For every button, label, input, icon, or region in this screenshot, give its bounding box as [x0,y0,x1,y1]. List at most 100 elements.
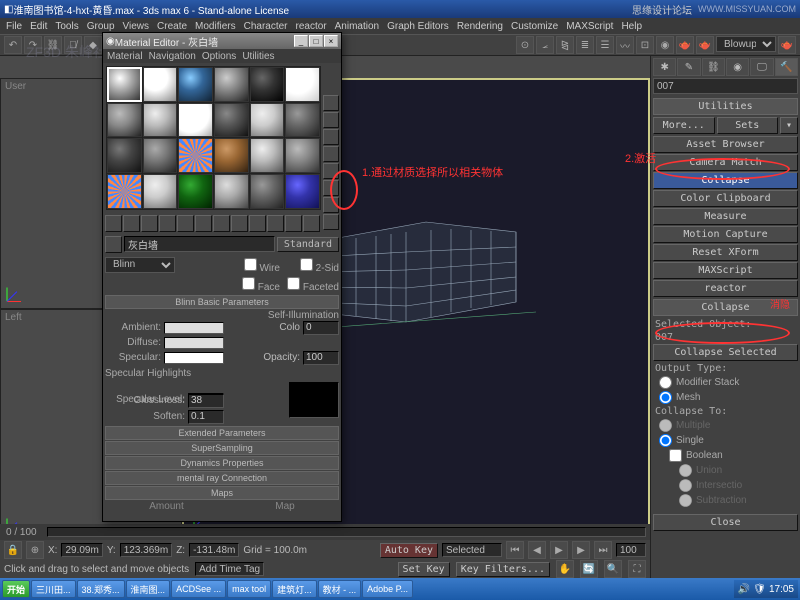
material-slot[interactable] [143,67,178,102]
faceted-checkbox[interactable] [287,277,300,290]
material-editor-titlebar[interactable]: ◉ Material Editor - 灰白墙 _ □ × [103,33,341,49]
boolean-checkbox[interactable] [669,449,682,462]
minimize-button[interactable]: _ [294,35,308,47]
mat-menu-navigation[interactable]: Navigation [149,51,196,62]
start-button[interactable]: 开始 [2,580,30,598]
sets-config-button[interactable]: ▾ [780,117,798,134]
schematic-button[interactable]: ⊡ [636,36,654,54]
menu-animation[interactable]: Animation [335,21,379,32]
utility-camera-match[interactable]: Camera Match [653,154,798,171]
modifier-stack-radio[interactable] [659,376,672,389]
keymode-dropdown[interactable]: Selected [442,543,502,557]
hierarchy-tab[interactable]: ⛓ [702,58,725,76]
quick-render-button[interactable]: 🫖 [696,36,714,54]
rollout-mentalray[interactable]: mental ray Connection [105,471,339,485]
render-scene-button[interactable]: 🫖 [676,36,694,54]
soften-spinner[interactable]: 0.1 [188,410,224,424]
play-button[interactable]: ▶ [550,541,568,559]
rollout-dynamics[interactable]: Dynamics Properties [105,456,339,470]
angle-snap-button[interactable]: ⦟ [536,36,554,54]
rollout-blinn[interactable]: Blinn Basic Parameters [105,295,339,309]
goto-end-button[interactable]: ⏭ [594,541,612,559]
material-slot[interactable] [250,138,285,173]
material-slot[interactable] [285,138,320,173]
material-name-input[interactable] [124,236,275,252]
utility-measure[interactable]: Measure [653,208,798,225]
utility-maxscript[interactable]: MAXScript [653,262,798,279]
redo-button[interactable]: ↷ [24,36,42,54]
material-type-button[interactable]: Standard [277,237,339,252]
maximize-button[interactable]: □ [309,35,323,47]
link-button[interactable]: ⛓ [44,36,62,54]
material-slot[interactable] [143,138,178,173]
time-track[interactable] [47,527,646,537]
menu-tools[interactable]: Tools [55,21,78,32]
y-coord[interactable]: 123.369m [120,543,172,557]
go-forward-button[interactable] [303,215,320,232]
mat-menu-options[interactable]: Options [202,51,236,62]
material-editor-window[interactable]: ◉ Material Editor - 灰白墙 _ □ × Material N… [102,32,342,522]
display-tab[interactable]: 🖵 [750,58,773,76]
material-slot[interactable] [143,103,178,138]
more-button[interactable]: More... [653,117,715,134]
wire-checkbox[interactable] [244,258,257,271]
unlink-button[interactable]: ⛓̸ [64,36,82,54]
ambient-swatch[interactable] [164,322,224,334]
goto-start-button[interactable]: ⏮ [506,541,524,559]
menu-rendering[interactable]: Rendering [457,21,503,32]
color-spinner[interactable]: 0 [303,321,339,335]
add-time-tag[interactable]: Add Time Tag [195,562,264,576]
setkey-button[interactable]: Set Key [398,562,450,577]
material-slot[interactable] [178,174,213,209]
utility-reactor[interactable]: reactor [653,280,798,297]
reset-button[interactable] [159,215,176,232]
time-slider[interactable]: 0 / 100 [0,524,650,540]
taskbar-item[interactable]: 淮南图... [126,580,171,598]
make-preview-button[interactable] [323,180,339,196]
material-slot[interactable] [214,103,249,138]
menu-maxscript[interactable]: MAXScript [566,21,613,32]
material-slot[interactable] [214,67,249,102]
diffuse-swatch[interactable] [164,337,224,349]
tray-icon[interactable]: 🔊 [738,584,750,595]
material-slot[interactable] [143,174,178,209]
layers-button[interactable]: ☰ [596,36,614,54]
render-button[interactable]: 🫖 [778,36,796,54]
pan-button[interactable]: ✋ [556,560,574,578]
close-button[interactable]: × [324,35,338,47]
taskbar-item[interactable]: 建筑灯... [272,580,317,598]
align-button[interactable]: ≣ [576,36,594,54]
prev-frame-button[interactable]: ◀ [528,541,546,559]
single-radio[interactable] [659,434,672,447]
current-frame[interactable]: 100 [616,543,646,557]
make-unique-button[interactable] [195,215,212,232]
render-mode[interactable]: Blowup [716,36,776,52]
taskbar-item[interactable]: ACDSee ... [171,580,226,598]
curve-editor-button[interactable]: 〰 [616,36,634,54]
mirror-button[interactable]: ⧎ [556,36,574,54]
make-copy-button[interactable] [177,215,194,232]
undo-button[interactable]: ↶ [4,36,22,54]
mat-menu-utilities[interactable]: Utilities [242,51,274,62]
utilities-rollout[interactable]: Utilities [653,98,798,115]
z-coord[interactable]: -131.48m [189,543,239,557]
facemap-checkbox[interactable] [242,277,255,290]
material-editor-button[interactable]: ◉ [656,36,674,54]
go-parent-button[interactable] [285,215,302,232]
taskbar-item[interactable]: 教材 - ... [318,580,362,598]
tray-icon[interactable]: 🛡 [753,584,766,595]
taskbar-item[interactable]: Adobe P... [362,580,413,598]
put-to-scene-button[interactable] [123,215,140,232]
material-slot[interactable] [285,67,320,102]
taskbar-item[interactable]: 三川田... [31,580,76,598]
maximize-viewport-button[interactable]: ⛶ [628,560,646,578]
utility-motion-capture[interactable]: Motion Capture [653,226,798,243]
sample-uv-button[interactable] [323,146,339,162]
material-slot[interactable] [178,138,213,173]
menu-modifiers[interactable]: Modifiers [195,21,236,32]
select-by-material-button[interactable] [323,214,339,230]
menu-group[interactable]: Group [87,21,115,32]
motion-tab[interactable]: ◉ [726,58,749,76]
mat-menu-material[interactable]: Material [107,51,143,62]
menu-customize[interactable]: Customize [511,21,558,32]
